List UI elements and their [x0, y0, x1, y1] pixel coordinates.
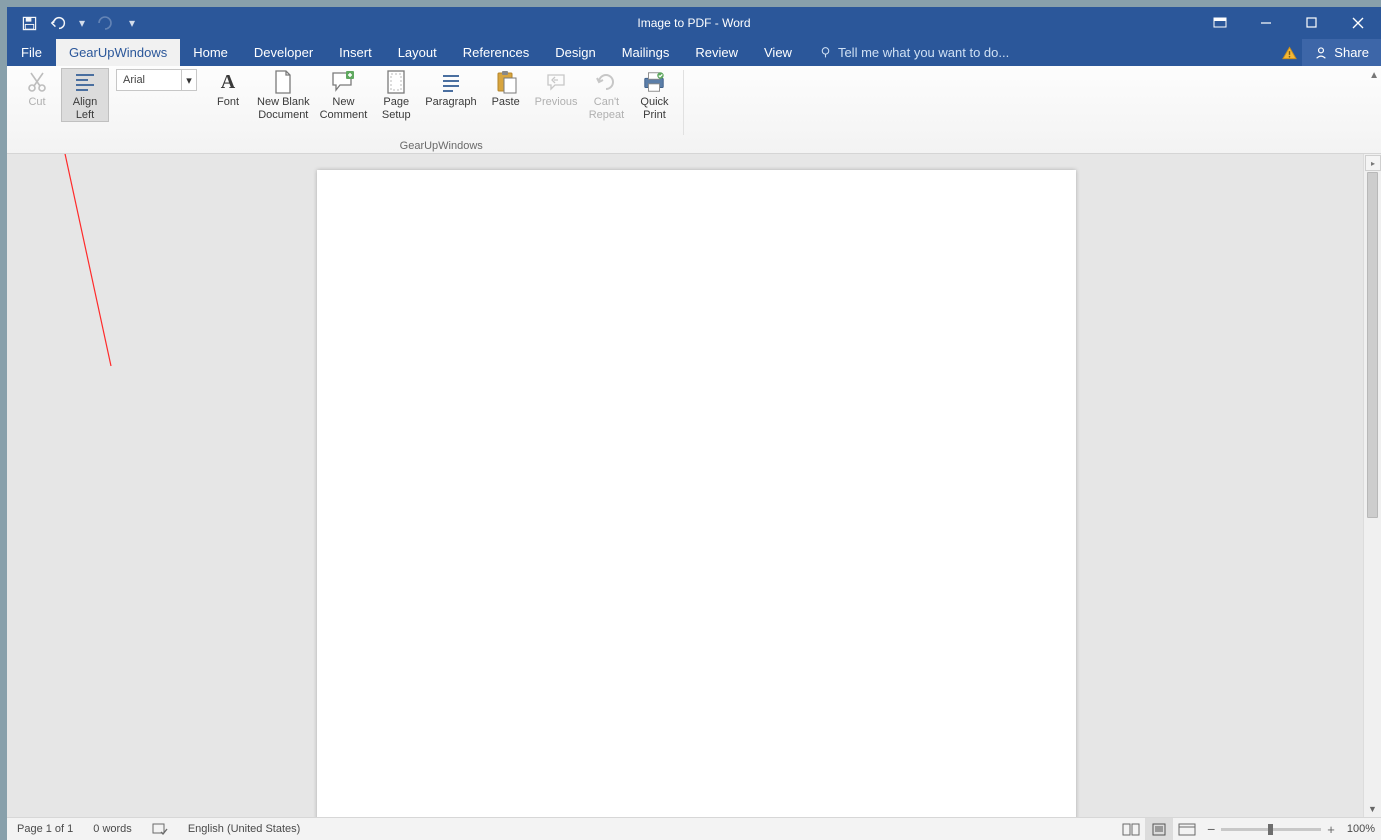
ribbon: ▲ Cut Align Left A	[7, 66, 1381, 154]
font-button[interactable]: A Font	[204, 68, 252, 109]
new-blank-document-button[interactable]: New Blank Document	[252, 68, 315, 121]
page-setup-button[interactable]: Page Setup	[372, 68, 420, 121]
print-layout-button[interactable]	[1145, 818, 1173, 840]
repeat-icon	[594, 70, 618, 94]
word-count-status[interactable]: 0 words	[83, 823, 142, 835]
share-button[interactable]: Share	[1302, 39, 1381, 66]
tab-layout[interactable]: Layout	[385, 39, 450, 66]
tab-developer[interactable]: Developer	[241, 39, 326, 66]
read-mode-button[interactable]	[1117, 818, 1145, 840]
font-name-combo[interactable]: Arial ▾	[116, 69, 197, 91]
print-layout-icon	[1151, 823, 1167, 836]
previous-comment-icon	[544, 70, 568, 94]
document-title: Image to PDF - Word	[7, 16, 1381, 30]
read-mode-icon	[1122, 823, 1140, 836]
tab-gearupwindows[interactable]: GearUpWindows	[56, 39, 180, 66]
tab-review[interactable]: Review	[682, 39, 751, 66]
spellcheck-status[interactable]	[142, 822, 178, 836]
new-comment-icon	[331, 70, 355, 94]
web-layout-button[interactable]	[1173, 818, 1201, 840]
close-button[interactable]	[1335, 7, 1381, 39]
zoom-slider[interactable]	[1221, 828, 1321, 831]
ribbon-display-options-button[interactable]	[1197, 7, 1243, 39]
save-button[interactable]	[15, 9, 43, 37]
font-name-value: Arial	[117, 74, 181, 86]
tell-me-search[interactable]: Tell me what you want to do...	[819, 39, 1009, 66]
chevron-down-icon[interactable]: ▾	[181, 70, 196, 90]
paragraph-icon	[439, 70, 463, 94]
align-left-icon	[73, 70, 97, 94]
clipboard-icon	[494, 70, 518, 94]
maximize-button[interactable]	[1289, 7, 1335, 39]
document-canvas[interactable]	[7, 154, 1363, 817]
printer-icon	[642, 70, 666, 94]
vertical-scrollbar[interactable]: ▲ ▼	[1363, 154, 1381, 817]
scroll-thumb[interactable]	[1367, 172, 1378, 518]
tab-home[interactable]: Home	[180, 39, 241, 66]
title-bar: ▾ ▾ Image to PDF - Word	[7, 7, 1381, 39]
paragraph-button[interactable]: Paragraph	[420, 68, 481, 109]
tell-me-placeholder: Tell me what you want to do...	[838, 45, 1009, 60]
quick-print-button[interactable]: Quick Print	[630, 68, 678, 121]
minimize-button[interactable]	[1243, 7, 1289, 39]
font-icon: A	[216, 70, 240, 94]
quick-access-toolbar: ▾ ▾	[7, 9, 139, 37]
paste-button[interactable]: Paste	[482, 68, 530, 109]
window-controls	[1197, 7, 1381, 39]
share-icon	[1314, 46, 1328, 60]
zoom-level[interactable]: 100%	[1347, 823, 1375, 835]
lightbulb-icon	[819, 46, 832, 59]
cut-button: Cut	[13, 68, 61, 109]
share-label: Share	[1334, 45, 1369, 60]
zoom-out-button[interactable]: −	[1207, 821, 1215, 837]
tab-references[interactable]: References	[450, 39, 542, 66]
document-icon	[271, 70, 295, 94]
ruler-toggle[interactable]: ▸	[1365, 155, 1381, 171]
app-window: ▾ ▾ Image to PDF - Word File GearUpWindo…	[7, 7, 1381, 840]
new-comment-button[interactable]: New Comment	[315, 68, 373, 121]
cant-repeat-button: Can't Repeat	[582, 68, 630, 121]
ribbon-separator	[683, 70, 684, 135]
tab-view[interactable]: View	[751, 39, 805, 66]
zoom-in-button[interactable]: +	[1327, 822, 1335, 837]
undo-button[interactable]	[45, 9, 73, 37]
web-layout-icon	[1178, 823, 1196, 836]
scissors-icon	[25, 70, 49, 94]
status-bar: Page 1 of 1 0 words English (United Stat…	[7, 817, 1381, 840]
workspace: ▸ ▲ ▼	[7, 154, 1381, 817]
redo-button	[91, 9, 119, 37]
undo-dropdown-icon[interactable]: ▾	[75, 16, 89, 30]
language-status[interactable]: English (United States)	[178, 823, 311, 835]
annotation-arrow	[33, 154, 123, 376]
tab-design[interactable]: Design	[542, 39, 608, 66]
page-number-status[interactable]: Page 1 of 1	[7, 823, 83, 835]
collapse-ribbon-icon[interactable]: ▲	[1369, 70, 1379, 81]
align-left-button[interactable]: Align Left	[61, 68, 109, 122]
ribbon-tabs: File GearUpWindows Home Developer Insert…	[7, 39, 1381, 66]
page-setup-icon	[384, 70, 408, 94]
warning-icon[interactable]	[1276, 46, 1302, 60]
scroll-down-icon[interactable]: ▼	[1364, 800, 1381, 817]
tab-file[interactable]: File	[7, 39, 56, 66]
tab-insert[interactable]: Insert	[326, 39, 385, 66]
page[interactable]	[317, 170, 1076, 817]
zoom-control: − + 100%	[1201, 821, 1381, 837]
qat-customize-icon[interactable]: ▾	[125, 16, 139, 30]
tab-mailings[interactable]: Mailings	[609, 39, 683, 66]
previous-button: Previous	[530, 68, 583, 109]
proofing-icon	[152, 822, 168, 836]
ribbon-group-label: GearUpWindows	[201, 140, 681, 152]
